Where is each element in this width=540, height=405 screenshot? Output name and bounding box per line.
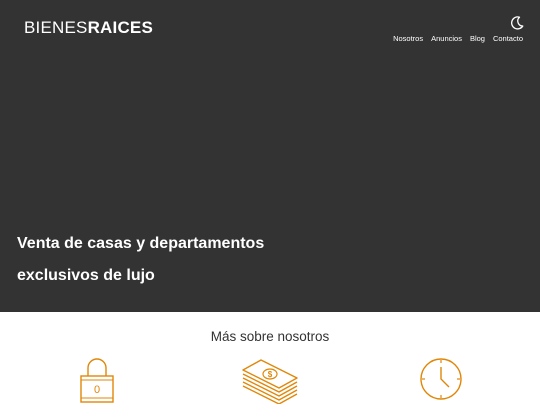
lock-digit: 0: [94, 384, 100, 396]
about-section: Más sobre nosotros 0 $: [0, 312, 540, 405]
logo-text-bold: RAICES: [87, 18, 153, 37]
nav-link-contacto[interactable]: Contacto: [493, 34, 523, 43]
dark-mode-toggle[interactable]: [509, 15, 525, 31]
site-logo[interactable]: BIENESRAICES: [24, 18, 153, 38]
moon-icon: [511, 16, 524, 30]
hero-heading-line-2: exclusivos de lujo: [17, 267, 155, 284]
nav-link-nosotros[interactable]: Nosotros: [393, 34, 423, 43]
svg-text:$: $: [268, 370, 273, 379]
money-icon: $: [242, 359, 298, 404]
hero-heading: Venta de casas y departamentos exclusivo…: [17, 228, 337, 292]
nav-link-blog[interactable]: Blog: [470, 34, 485, 43]
nav-link-anuncios[interactable]: Anuncios: [431, 34, 462, 43]
lock-icon: 0: [80, 358, 114, 403]
clock-icon: [420, 358, 462, 400]
logo-text-light: BIENES: [24, 18, 88, 37]
about-heading: Más sobre nosotros: [210, 329, 330, 344]
main-nav: Nosotros Anuncios Blog Contacto: [393, 34, 523, 43]
hero-section: BIENESRAICES Nosotros Anuncios Blog Cont…: [0, 0, 540, 312]
hero-heading-line-1: Venta de casas y departamentos: [17, 235, 265, 252]
